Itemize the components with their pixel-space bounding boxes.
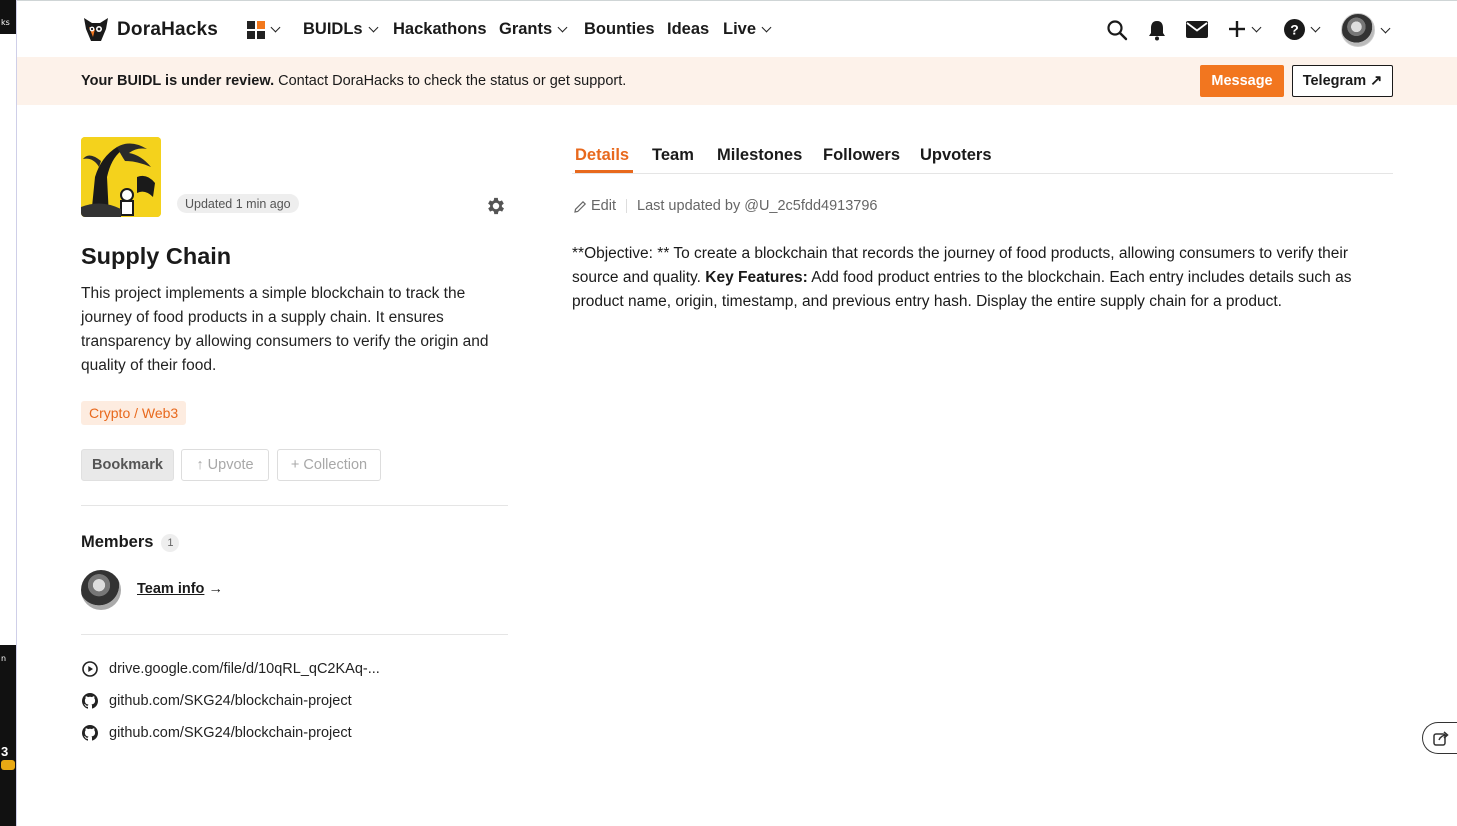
review-banner: Your BUIDL is under review. Contact Dora…: [17, 57, 1457, 105]
help-icon: ?: [1284, 19, 1305, 40]
page: DoraHacks BUIDLs Hackathons Grants Bount…: [17, 0, 1457, 826]
adjacent-window-strip: ks n 3: [0, 0, 17, 826]
category-tag[interactable]: Crypto / Web3: [81, 401, 187, 425]
team-info-link[interactable]: Team info →: [137, 581, 223, 597]
tab-bar: Details Team Milestones Followers Upvote…: [572, 137, 1393, 174]
apps-grid-icon: [247, 20, 265, 39]
share-icon: [1433, 730, 1449, 746]
nav-buidls[interactable]: BUIDLs: [303, 1, 379, 58]
plus-icon: [1229, 21, 1245, 37]
bell-icon[interactable]: [1147, 19, 1167, 46]
nav-buidls-label: BUIDLs: [303, 20, 363, 38]
divider: [81, 505, 508, 506]
arrow-right-icon: →: [208, 581, 223, 597]
dorahacks-logo-icon: [81, 15, 111, 45]
nav-grants-label: Grants: [499, 20, 553, 38]
telegram-button[interactable]: Telegram ↗: [1292, 65, 1393, 97]
details-bold: Key Features:: [705, 269, 808, 286]
share-button[interactable]: [1422, 722, 1457, 754]
link-text: github.com/SKG24/blockchain-project: [109, 725, 352, 741]
members-label: Members: [81, 533, 154, 551]
chevron-down-icon: [557, 22, 568, 33]
link-text: drive.google.com/file/d/10qRL_qC2KAq-...: [109, 661, 380, 677]
last-updated-text: Last updated by @U_2c5fdd4913796: [637, 198, 878, 214]
project-description: This project implements a simple blockch…: [81, 285, 489, 374]
tab-upvoters[interactable]: Upvoters: [920, 146, 992, 165]
svg-text:?: ?: [1290, 22, 1299, 38]
avatar: [1341, 13, 1375, 47]
member-avatar[interactable]: [81, 570, 121, 610]
top-nav: DoraHacks BUIDLs Hackathons Grants Bount…: [17, 0, 1457, 58]
edit-button[interactable]: Edit: [574, 198, 616, 214]
strip-text: ks: [1, 18, 10, 27]
divider: [81, 634, 508, 635]
brand-name: DoraHacks: [117, 19, 219, 40]
nav-hackathons[interactable]: Hackathons: [393, 1, 487, 58]
add-collection-button[interactable]: + Collection: [277, 449, 381, 481]
chevron-down-icon: [368, 22, 379, 33]
link-item[interactable]: github.com/SKG24/blockchain-project: [81, 724, 352, 742]
github-icon: [81, 724, 99, 742]
nav-grants[interactable]: Grants: [499, 1, 568, 58]
play-circle-icon: [81, 660, 99, 678]
nav-live-label: Live: [723, 20, 757, 38]
link-item[interactable]: drive.google.com/file/d/10qRL_qC2KAq-...: [81, 660, 380, 678]
chevron-down-icon: [270, 22, 281, 33]
strip-text: n: [1, 654, 7, 663]
members-count: 1: [161, 533, 180, 552]
banner-bold: Your BUIDL is under review.: [81, 73, 275, 89]
strip-number: 3: [1, 744, 9, 759]
help-menu[interactable]: ?: [1284, 19, 1321, 40]
github-icon: [81, 692, 99, 710]
create-menu[interactable]: [1228, 20, 1262, 38]
apps-menu[interactable]: [247, 1, 281, 58]
team-info-label: Team info: [137, 581, 205, 597]
banner-message: Your BUIDL is under review. Contact Dora…: [81, 73, 626, 89]
chevron-down-icon: [761, 22, 772, 33]
chevron-down-icon: [1251, 22, 1262, 32]
tab-milestones[interactable]: Milestones: [717, 146, 802, 165]
edit-row: Edit Last updated by @U_2c5fdd4913796: [574, 198, 877, 214]
details-content: **Objective: ** To create a blockchain t…: [572, 242, 1392, 314]
updated-badge: Updated 1 min ago: [177, 194, 299, 213]
members-heading: Members 1: [81, 533, 180, 552]
edit-label: Edit: [591, 198, 616, 214]
logo[interactable]: DoraHacks: [81, 15, 218, 45]
strip-dark-block: [0, 645, 16, 826]
nav-live[interactable]: Live: [723, 1, 772, 58]
project-title: Supply Chain: [81, 243, 232, 269]
tab-team[interactable]: Team: [652, 146, 694, 165]
chevron-down-icon: [1310, 22, 1321, 33]
link-item[interactable]: github.com/SKG24/blockchain-project: [81, 692, 352, 710]
gear-icon[interactable]: [485, 195, 507, 222]
pencil-icon: [574, 200, 587, 213]
nav-ideas[interactable]: Ideas: [667, 1, 709, 58]
tab-details[interactable]: Details: [575, 146, 629, 165]
tab-followers[interactable]: Followers: [823, 146, 900, 165]
nav-ideas-label: Ideas: [667, 20, 710, 38]
chevron-down-icon: [1380, 23, 1391, 33]
link-text: github.com/SKG24/blockchain-project: [109, 693, 352, 709]
search-icon[interactable]: [1106, 19, 1128, 46]
user-menu[interactable]: [1341, 13, 1391, 47]
active-tab-indicator: [575, 170, 633, 173]
mail-icon[interactable]: [1186, 21, 1208, 43]
separator: [626, 199, 627, 213]
nav-bounties[interactable]: Bounties: [584, 1, 655, 58]
upvote-button[interactable]: ↑ Upvote: [181, 449, 269, 481]
banner-text: Contact DoraHacks to check the status or…: [274, 73, 627, 89]
coin-icon: [1, 760, 15, 770]
project-thumbnail: [81, 137, 161, 217]
message-button[interactable]: Message: [1200, 65, 1284, 97]
nav-hackathons-label: Hackathons: [393, 20, 487, 38]
bookmark-button[interactable]: Bookmark: [81, 449, 174, 481]
strip-dark-block: [0, 0, 16, 34]
nav-bounties-label: Bounties: [584, 20, 655, 38]
